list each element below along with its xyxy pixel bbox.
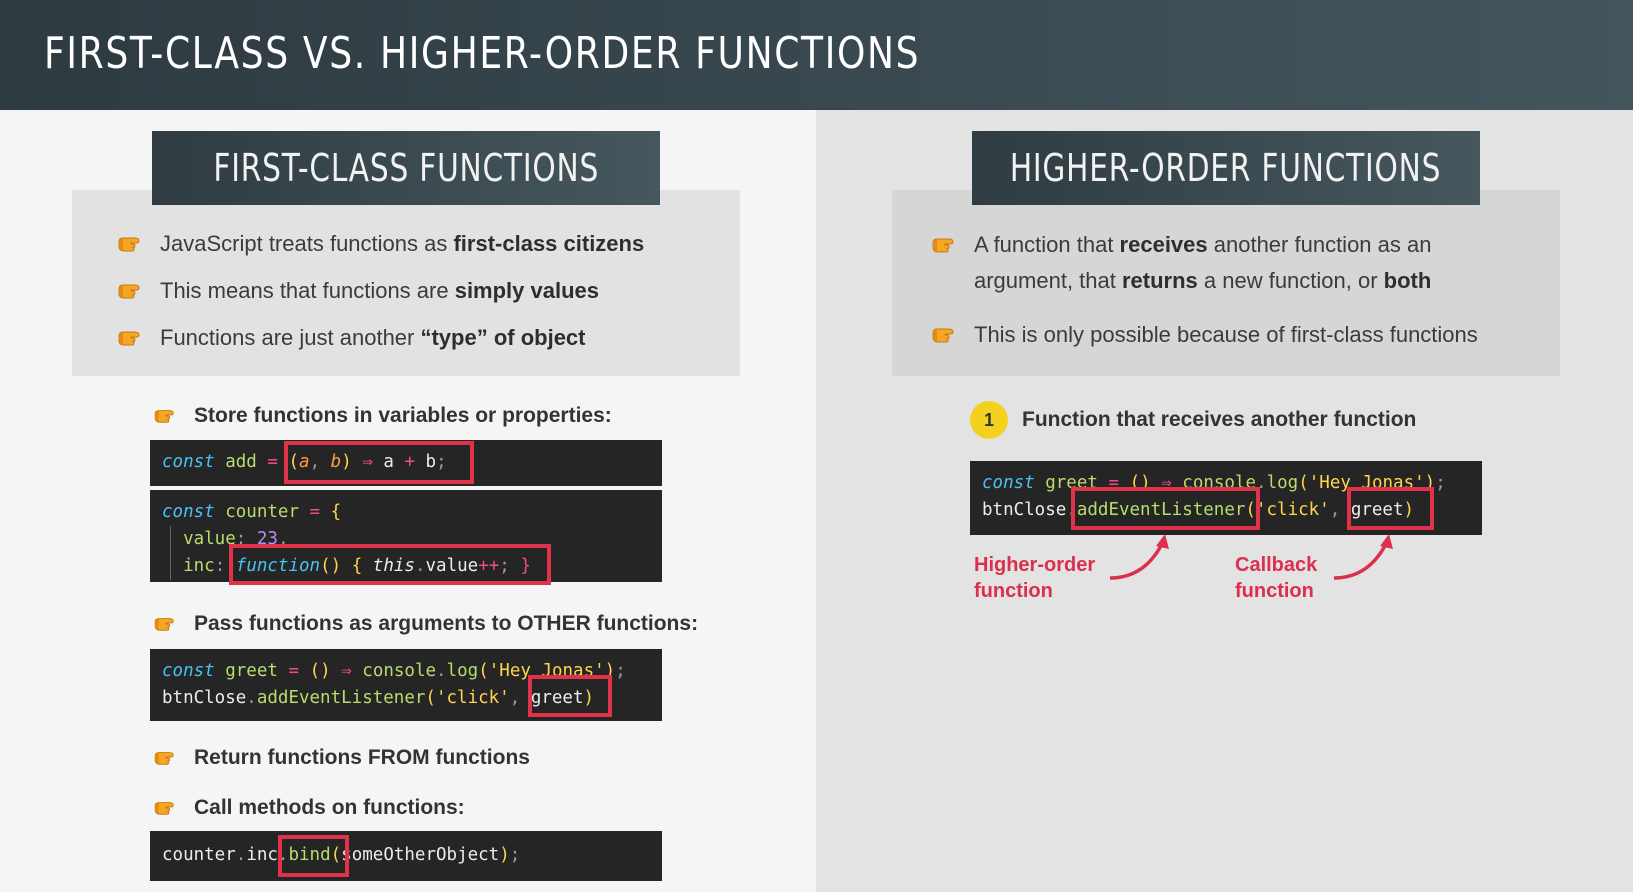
pointing-hand-icon: [932, 235, 958, 255]
arrow-to-higher-order: [1109, 534, 1169, 580]
code-pass-greet: const greet = () ⇒ console.log('Hey Jona…: [150, 649, 662, 721]
sub-item-return: Return functions FROM functions: [154, 746, 530, 770]
code-higher-order-example: const greet = () ⇒ console.log('Hey Jona…: [970, 461, 1482, 535]
right-bullet-1: A function that receives another functio…: [932, 227, 1431, 299]
step-number-badge: 1: [970, 401, 1008, 439]
pointing-hand-icon: [154, 749, 178, 767]
arrow-to-callback: [1333, 534, 1393, 580]
higher-order-heading: HIGHER-ORDER FUNCTIONS: [972, 131, 1480, 205]
code-store-counter: const counter = { value: 23, inc: functi…: [150, 490, 662, 582]
sub-item-call-methods: Call methods on functions:: [154, 796, 465, 820]
left-bullet-1: JavaScript treats functions as first-cla…: [118, 226, 644, 262]
pointing-hand-icon: [154, 799, 178, 817]
pointing-hand-icon: [118, 281, 144, 301]
annotation-higher-order: Higher-order function: [974, 554, 1096, 602]
sub-item-store: Store functions in variables or properti…: [154, 404, 612, 428]
title-bar: FIRST-CLASS VS. HIGHER-ORDER FUNCTIONS: [0, 0, 1633, 110]
pointing-hand-icon: [118, 328, 144, 348]
higher-order-heading-text: HIGHER-ORDER FUNCTIONS: [1010, 146, 1442, 190]
code-store-add: const add = (a, b) ⇒ a + b;: [150, 440, 662, 486]
pointing-hand-icon: [154, 407, 178, 425]
pointing-hand-icon: [932, 325, 958, 345]
pointing-hand-icon: [154, 615, 178, 633]
left-bullet-2: This means that functions are simply val…: [118, 273, 599, 309]
sub-item-pass: Pass functions as arguments to OTHER fun…: [154, 612, 698, 636]
annotation-callback: Callback function: [1235, 554, 1318, 602]
first-class-heading-text: FIRST-CLASS FUNCTIONS: [213, 146, 599, 190]
pointing-hand-icon: [118, 234, 144, 254]
page-title: FIRST-CLASS VS. HIGHER-ORDER FUNCTIONS: [44, 28, 921, 79]
first-class-heading: FIRST-CLASS FUNCTIONS: [152, 131, 660, 205]
left-bullet-3: Functions are just another “type” of obj…: [118, 320, 586, 356]
right-bullet-2: This is only possible because of first-c…: [932, 317, 1478, 353]
step-label: Function that receives another function: [1022, 408, 1417, 431]
code-bind: counter.inc.bind(someOtherObject);: [150, 831, 662, 881]
